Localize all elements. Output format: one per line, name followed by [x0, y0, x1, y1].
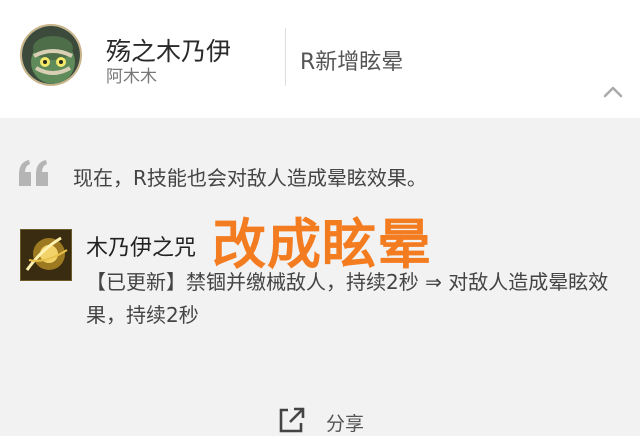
ability-curse-icon — [20, 229, 72, 281]
champion-alias: 阿木木 — [106, 67, 157, 87]
share-button[interactable]: 分享 — [276, 403, 376, 435]
champion-portrait-icon[interactable] — [20, 24, 82, 86]
chevron-up-icon[interactable] — [602, 84, 624, 100]
change-details: 现在，R技能也会对敌人造成晕眩效果。 木乃伊之咒 改成眩晕 【已更新】禁锢并缴械… — [0, 118, 640, 435]
share-label: 分享 — [326, 413, 365, 435]
change-title: R新增眩晕 — [300, 50, 404, 75]
patch-header: 殇之木乃伊 阿木木 R新增眩晕 — [0, 0, 640, 118]
ability-name: 木乃伊之咒 — [86, 236, 197, 261]
header-divider — [285, 28, 286, 86]
change-summary: 现在，R技能也会对敌人造成晕眩效果。 — [73, 166, 427, 190]
quote-mark-icon — [19, 160, 48, 186]
share-arrow-icon — [279, 407, 305, 433]
ability-description: 【已更新】禁锢并缴械敌人，持续2秒 ⇒ 对敌人造成晕眩效果，持续2秒 — [86, 270, 609, 327]
